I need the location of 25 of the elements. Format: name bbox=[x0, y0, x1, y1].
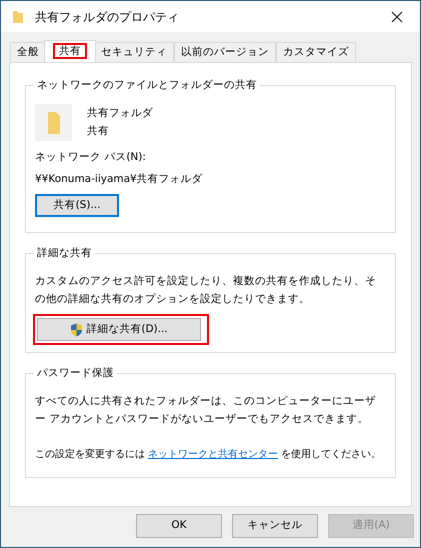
note-text: この設定を変更するには bbox=[35, 448, 145, 462]
tab[interactable]: カスタマイズ bbox=[276, 42, 356, 62]
window-title: 共有フォルダのプロパティ bbox=[35, 8, 179, 26]
folder-name: 共有フォルダ bbox=[87, 106, 153, 121]
folder-icon bbox=[46, 110, 60, 134]
description: すべての人に共有されたフォルダーは、このコンピューターにユーザー アカウントとパスワードがないユーザーでもアクセスできます。 bbox=[35, 394, 377, 427]
close-icon bbox=[391, 10, 403, 22]
description: カスタムのアクセス許可を設定したり、複数の共有を作成したり、その他の詳細な共有のオプションを設定したりできます。 bbox=[35, 274, 377, 307]
group-title: 詳細な共有 bbox=[34, 245, 95, 261]
network-path: ¥¥Konuma-iiyama¥共有フォルダ bbox=[35, 172, 204, 187]
note-text: を使用してください。 bbox=[281, 448, 381, 462]
shield-icon bbox=[70, 322, 84, 336]
group-title: ネットワークのファイルとフォルダーの共有 bbox=[34, 77, 260, 93]
network-sharing-center-link[interactable]: ネットワークと共有センター bbox=[148, 446, 278, 464]
dialog-button[interactable]: キャンセル bbox=[232, 514, 318, 538]
tab[interactable]: 全般 bbox=[10, 42, 46, 62]
advanced-sharing-button[interactable]: 詳細な共有(D)... bbox=[37, 318, 201, 341]
share-button[interactable]: 共有(S)... bbox=[35, 194, 119, 217]
dialog-button[interactable]: OK bbox=[136, 514, 222, 538]
network-path-label: ネットワーク パス(N): bbox=[35, 150, 147, 165]
folder-status: 共有 bbox=[87, 124, 110, 139]
tab[interactable]: 以前のバージョン bbox=[174, 42, 276, 62]
tab[interactable]: 共有 bbox=[44, 40, 96, 62]
tab[interactable]: セキュリティ bbox=[94, 42, 174, 62]
folder-icon bbox=[12, 10, 24, 24]
